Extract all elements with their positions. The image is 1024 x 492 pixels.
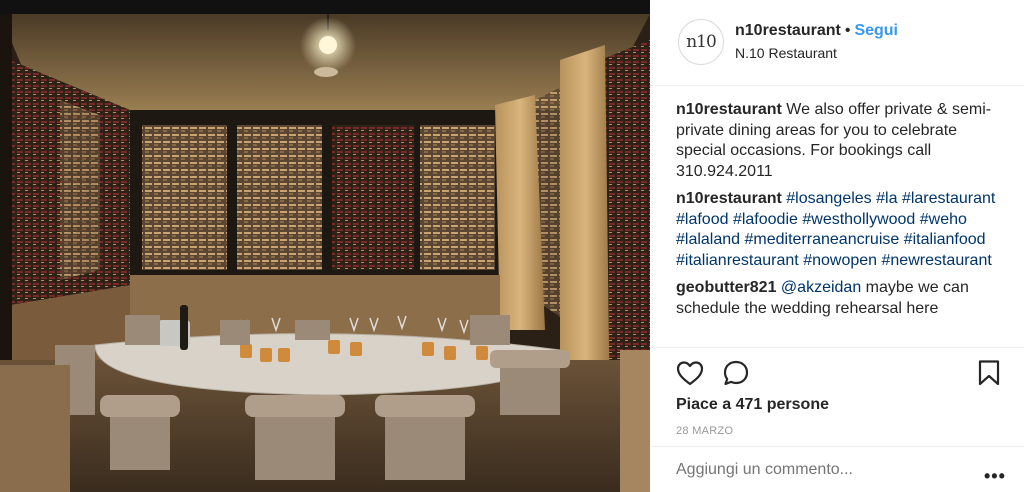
- header-username[interactable]: n10restaurant: [735, 22, 841, 39]
- hashtag-link[interactable]: #lafoodie: [733, 211, 798, 228]
- hashtag-link[interactable]: #nowopen: [803, 252, 877, 269]
- hashtags-comment: n10restaurant #losangeles #la #larestaur…: [676, 189, 1006, 271]
- hashtag-link[interactable]: #newrestaurant: [882, 252, 992, 269]
- restaurant-photo: [0, 0, 650, 492]
- location-link[interactable]: N.10 Restaurant: [735, 45, 837, 61]
- add-comment-bar: •••: [650, 446, 1024, 492]
- avatar[interactable]: n10: [678, 19, 724, 65]
- hashtag-link[interactable]: #larestaurant: [902, 190, 995, 207]
- header-user-line: n10restaurant • Segui: [735, 22, 898, 40]
- likes-count[interactable]: Piace a 471 persone: [676, 396, 829, 414]
- heart-icon[interactable]: [675, 358, 705, 388]
- hashtag-link[interactable]: #mediterraneancruise: [745, 231, 900, 248]
- follow-button[interactable]: Segui: [854, 22, 898, 39]
- add-comment-input[interactable]: [676, 461, 956, 479]
- hashtag-link[interactable]: #lalaland: [676, 231, 740, 248]
- comment-username[interactable]: n10restaurant: [676, 101, 782, 118]
- comment-username[interactable]: n10restaurant: [676, 190, 782, 207]
- more-options-icon[interactable]: •••: [984, 467, 1006, 485]
- post-photo[interactable]: [0, 0, 650, 492]
- hashtag-link[interactable]: #weho: [920, 211, 967, 228]
- bookmark-icon[interactable]: [974, 358, 1004, 388]
- hashtag-link[interactable]: #italianrestaurant: [676, 252, 799, 269]
- user-comment: geobutter821 @akzeidan maybe we can sche…: [676, 278, 1006, 319]
- hashtag-link[interactable]: #lafood: [676, 211, 729, 228]
- avatar-logo: n10: [686, 32, 717, 52]
- mention-link[interactable]: @akzeidan: [781, 279, 861, 296]
- hashtag-link[interactable]: #losangeles: [786, 190, 871, 207]
- hashtag-link[interactable]: #la: [876, 190, 897, 207]
- comment-username[interactable]: geobutter821: [676, 279, 776, 296]
- post-header: n10 n10restaurant • Segui N.10 Restaurant: [650, 0, 1024, 86]
- hashtag-link[interactable]: #italianfood: [904, 231, 986, 248]
- post-sidebar: n10 n10restaurant • Segui N.10 Restaurant …: [650, 0, 1024, 492]
- comment-bubble-icon[interactable]: [721, 358, 751, 388]
- hashtag-link[interactable]: #westhollywood: [802, 211, 915, 228]
- separator-dot: •: [844, 22, 851, 39]
- caption-comment: n10restaurant We also offer private & se…: [676, 100, 1006, 182]
- post-date[interactable]: 28 MARZO: [676, 425, 733, 437]
- comments-list[interactable]: n10restaurant We also offer private & se…: [676, 100, 1006, 346]
